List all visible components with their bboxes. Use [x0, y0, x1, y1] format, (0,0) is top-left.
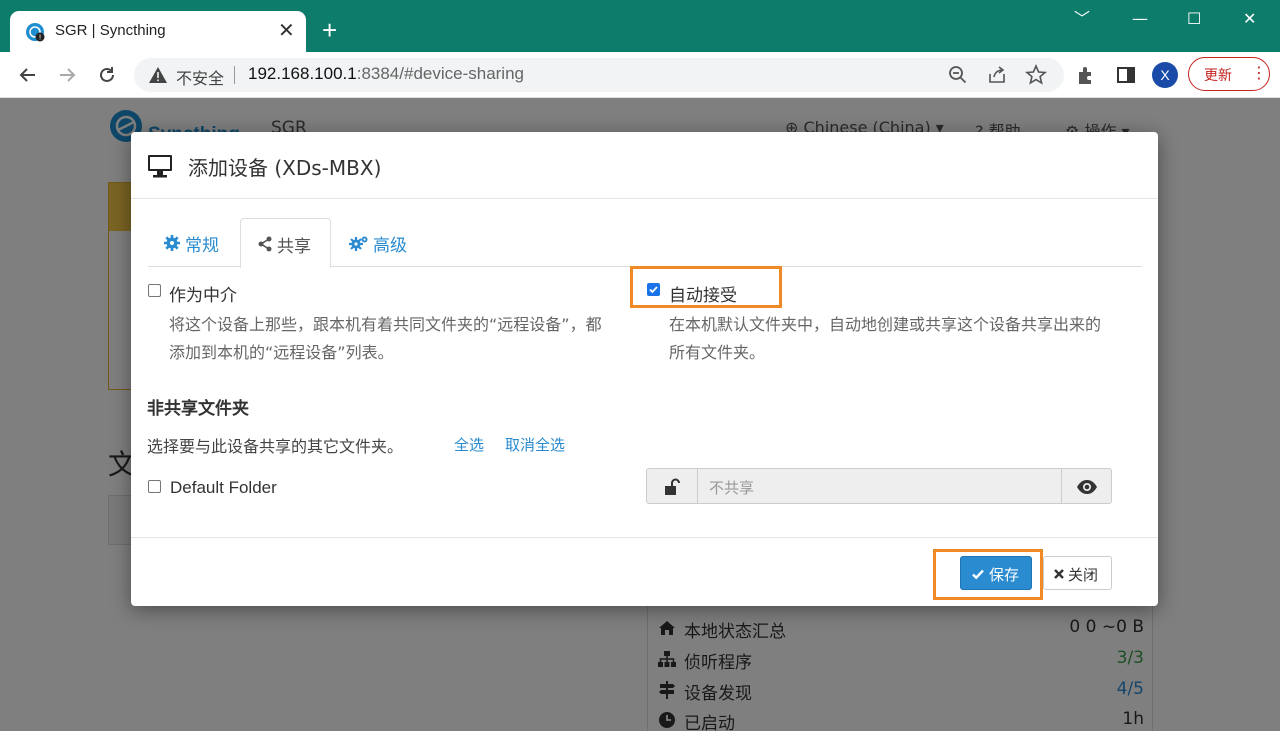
warning-icon — [149, 67, 167, 83]
maximize-icon[interactable]: ☐ — [1187, 10, 1201, 28]
tab-advanced[interactable]: 高级 — [331, 218, 423, 268]
gear-icon — [164, 235, 180, 251]
url-host: 192.168.100.1 — [248, 64, 357, 83]
unshared-folders-title: 非共享文件夹 — [147, 399, 249, 419]
profile-avatar[interactable]: X — [1152, 62, 1178, 88]
unlock-icon — [665, 478, 680, 495]
checkmark-icon — [649, 286, 658, 294]
introducer-checkbox[interactable] — [148, 284, 161, 297]
close-window-icon[interactable]: ✕ — [1243, 10, 1256, 28]
close-x-icon — [1054, 569, 1064, 579]
check-icon — [972, 569, 984, 580]
modal-title: 添加设备 (XDs-MBX) — [188, 156, 382, 180]
tab-title: SGR | Syncthing — [55, 22, 166, 39]
new-tab-button[interactable]: + — [322, 16, 337, 44]
show-password-button[interactable] — [1061, 468, 1112, 504]
eye-icon — [1077, 480, 1097, 494]
save-button[interactable]: 保存 — [960, 556, 1032, 590]
browser-titlebar: ! SGR | Syncthing ✕ + ﹀ — ☐ ✕ — [0, 0, 1280, 52]
tab-label: 高级 — [373, 236, 407, 256]
syncthing-favicon-icon: ! — [26, 23, 45, 42]
gears-icon — [349, 236, 368, 251]
minimize-icon[interactable]: — — [1132, 10, 1148, 28]
tab-general[interactable]: 常规 — [148, 218, 240, 268]
tab-search-icon[interactable]: ﹀ — [1074, 10, 1090, 28]
encryption-toggle-button[interactable] — [646, 468, 698, 504]
svg-text:!: ! — [39, 34, 42, 42]
share-placeholder: 不共享 — [709, 479, 755, 497]
tab-sharing[interactable]: 共享 — [240, 218, 331, 268]
bookmark-star-icon[interactable] — [1025, 64, 1047, 86]
forward-button[interactable] — [52, 60, 82, 90]
desktop-icon — [148, 155, 172, 178]
update-button[interactable]: 更新 ⋮ — [1188, 57, 1270, 91]
omnibox-divider — [234, 66, 235, 84]
zoom-icon[interactable] — [947, 64, 969, 86]
unshared-folders-subtitle: 选择要与此设备共享的其它文件夹。 — [147, 437, 404, 456]
extensions-icon[interactable] — [1075, 64, 1097, 86]
forward-arrow-icon — [60, 68, 76, 82]
modal-tabs: 常规 共享 高级 — [148, 218, 1142, 268]
tab-close-icon[interactable]: ✕ — [278, 19, 295, 41]
share-password-input[interactable]: 不共享 — [697, 468, 1062, 504]
add-device-modal: 添加设备 (XDs-MBX) 常规 共享 高级 作为中介 将这个设备上那些，跟本… — [131, 132, 1158, 606]
select-all-link[interactable]: 全选 — [454, 434, 484, 455]
insecure-label: 不安全 — [176, 69, 225, 88]
browser-tab[interactable]: ! SGR | Syncthing ✕ — [10, 11, 306, 52]
address-bar[interactable]: 不安全 192.168.100.1:8384/#device-sharing — [134, 58, 1064, 92]
side-panel-icon[interactable] — [1115, 64, 1137, 86]
close-button[interactable]: 关闭 — [1043, 556, 1112, 590]
update-label: 更新 — [1204, 68, 1232, 84]
default-folder-checkbox[interactable] — [148, 480, 161, 493]
reload-button[interactable] — [92, 60, 122, 90]
back-arrow-icon — [19, 68, 35, 82]
modal-header: 添加设备 (XDs-MBX) — [131, 132, 1158, 199]
share-password-group: 不共享 — [646, 468, 1112, 504]
url-path: :8384/#device-sharing — [356, 64, 524, 83]
more-menu-icon: ⋮ — [1251, 63, 1267, 82]
url-text[interactable]: 192.168.100.1:8384/#device-sharing — [248, 64, 524, 84]
browser-toolbar: 不安全 192.168.100.1:8384/#device-sharing X… — [0, 52, 1280, 98]
save-label: 保存 — [989, 566, 1020, 584]
auto-accept-label[interactable]: 自动接受 — [669, 281, 737, 306]
modal-footer: 保存 关闭 — [131, 537, 1158, 606]
introducer-label[interactable]: 作为中介 — [169, 281, 237, 306]
back-button[interactable] — [13, 60, 43, 90]
auto-accept-help: 在本机默认文件夹中，自动地创建或共享这个设备共享出来的所有文件夹。 — [669, 315, 1102, 362]
tab-label: 共享 — [277, 237, 311, 257]
close-label: 关闭 — [1068, 566, 1099, 584]
default-folder-label[interactable]: Default Folder — [170, 478, 277, 498]
deselect-all-link[interactable]: 取消全选 — [505, 434, 565, 455]
tab-label: 常规 — [185, 236, 219, 256]
reload-icon — [100, 67, 114, 82]
share-page-icon[interactable] — [986, 64, 1008, 86]
share-icon — [258, 236, 272, 252]
introducer-help: 将这个设备上那些，跟本机有着共同文件夹的“远程设备”，都添加到本机的“远程设备”… — [169, 315, 602, 362]
auto-accept-checkbox[interactable] — [647, 283, 660, 296]
